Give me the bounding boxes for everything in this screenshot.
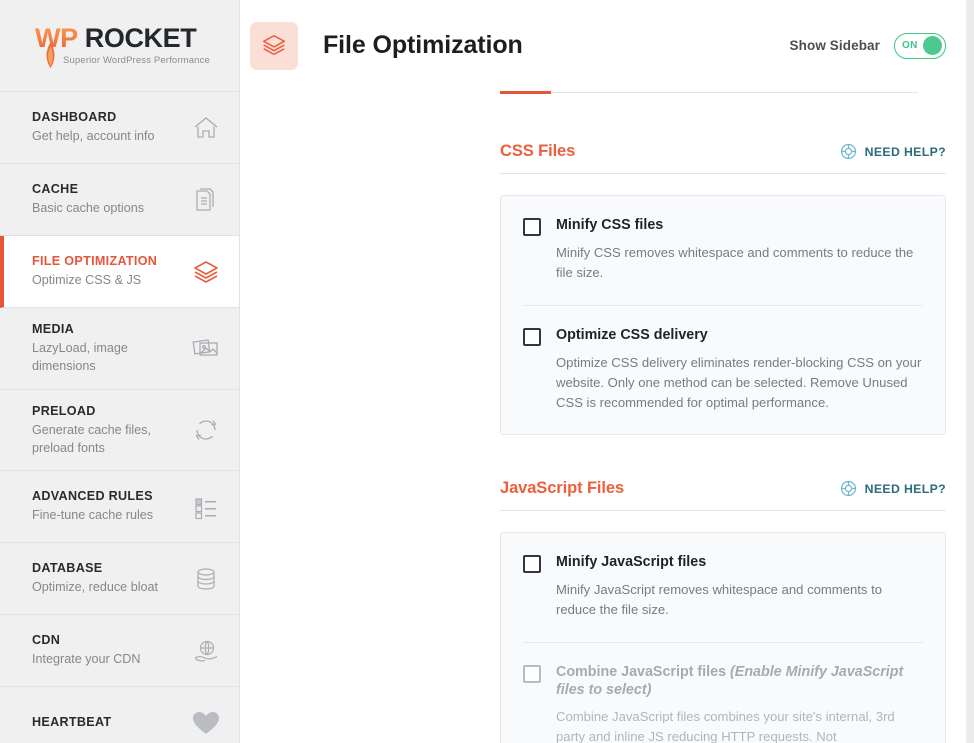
setting-row-combine-js: Combine JavaScript files (Enable Minify … bbox=[523, 643, 923, 743]
sidebar-item-subtitle: Basic cache options bbox=[32, 201, 145, 216]
section-css-files: CSS Files NEED HELP? Minify CSS files Mi… bbox=[500, 94, 946, 436]
refresh-icon bbox=[189, 413, 223, 447]
setting-description-text: Combine JavaScript files combines your s… bbox=[556, 708, 895, 743]
sidebar-item-title: MEDIA bbox=[32, 322, 75, 336]
javascript-files-card: Minify JavaScript files Minify JavaScrip… bbox=[500, 532, 946, 743]
toggle-state-label: ON bbox=[902, 40, 918, 51]
sidebar-item-title: DATABASE bbox=[32, 561, 103, 576]
sidebar-item-heartbeat[interactable]: HEARTBEAT bbox=[0, 687, 239, 743]
sidebar-item-subtitle: Get help, account info bbox=[32, 129, 155, 144]
wp-rocket-logo: WP ROCKET Superior WordPress Performance bbox=[0, 0, 239, 91]
sidebar-item-title: CACHE bbox=[32, 182, 79, 197]
checkbox-optimize-css-delivery[interactable] bbox=[523, 327, 541, 346]
database-icon bbox=[189, 562, 223, 596]
sidebar-item-title: DASHBOARD bbox=[32, 110, 117, 125]
checkbox-minify-js[interactable] bbox=[523, 555, 541, 574]
setting-row-minify-js: Minify JavaScript files Minify JavaScrip… bbox=[523, 533, 923, 644]
sidebar-item-subtitle: Generate cache files, preload fonts bbox=[32, 422, 152, 455]
logo-wp-text: WP bbox=[35, 23, 78, 53]
css-files-card: Minify CSS files Minify CSS removes whit… bbox=[500, 195, 946, 436]
sidebar-item-title: FILE OPTIMIZATION bbox=[32, 254, 158, 269]
sidebar-item-cache[interactable]: CACHE Basic cache options bbox=[0, 164, 239, 236]
setting-label-text: Combine JavaScript files bbox=[556, 664, 727, 681]
sidebar-item-subtitle: Integrate your CDN bbox=[32, 652, 141, 667]
sidebar-item-file-optimization[interactable]: FILE OPTIMIZATION Optimize CSS & JS bbox=[0, 236, 239, 308]
setting-description: Minify JavaScript removes whitespace and… bbox=[556, 582, 883, 618]
home-icon bbox=[189, 111, 223, 145]
sidebar-item-title: ADVANCED RULES bbox=[32, 489, 153, 504]
show-sidebar-toggle[interactable]: ON bbox=[894, 32, 946, 59]
checklist-icon bbox=[189, 490, 223, 524]
sidebar-item-subtitle: Fine-tune cache rules bbox=[32, 508, 154, 523]
sidebar-item-preload[interactable]: PRELOAD Generate cache files, preload fo… bbox=[0, 390, 239, 471]
sidebar-item-cdn[interactable]: CDN Integrate your CDN bbox=[0, 615, 239, 687]
toggle-knob bbox=[923, 36, 942, 55]
settings-content: CSS Files NEED HELP? Minify CSS files Mi… bbox=[240, 94, 974, 743]
document-icon bbox=[189, 183, 223, 217]
need-help-button-css[interactable]: NEED HELP? bbox=[840, 143, 946, 160]
section-javascript-files: JavaScript Files NEED HELP? Minify JavaS… bbox=[500, 435, 946, 743]
setting-description: Combine JavaScript files combines your s… bbox=[556, 707, 923, 743]
setting-row-optimize-css-delivery: Optimize CSS delivery Optimize CSS deliv… bbox=[523, 306, 923, 435]
setting-row-minify-css: Minify CSS files Minify CSS removes whit… bbox=[523, 196, 923, 306]
need-help-button-js[interactable]: NEED HELP? bbox=[840, 480, 946, 497]
layers-icon bbox=[189, 255, 223, 289]
rocket-flame-icon bbox=[46, 42, 55, 68]
sidebar-item-subtitle: LazyLoad, image dimensions bbox=[32, 341, 128, 374]
setting-label: Minify JavaScript files bbox=[556, 554, 707, 571]
section-title: JavaScript Files bbox=[500, 479, 625, 498]
sidebar-item-media[interactable]: MEDIA LazyLoad, image dimensions bbox=[0, 308, 239, 390]
sidebar: WP ROCKET Superior WordPress Performance … bbox=[0, 0, 240, 743]
need-help-label: NEED HELP? bbox=[864, 481, 946, 496]
setting-label: Optimize CSS delivery bbox=[556, 326, 708, 343]
need-help-label: NEED HELP? bbox=[864, 144, 946, 159]
page-header: File Optimization Show Sidebar ON bbox=[240, 0, 974, 91]
main-panel: File Optimization Show Sidebar ON CSS Fi… bbox=[240, 0, 974, 743]
sidebar-nav: DASHBOARD Get help, account info CACHE B… bbox=[0, 91, 239, 743]
page-scrollbar[interactable] bbox=[966, 0, 974, 743]
sidebar-item-title: CDN bbox=[32, 633, 61, 648]
setting-label: Combine JavaScript files (Enable Minify … bbox=[556, 664, 923, 700]
logo-tagline: Superior WordPress Performance bbox=[63, 55, 210, 66]
lifebuoy-icon bbox=[840, 481, 856, 497]
setting-description: Optimize CSS delivery eliminates render-… bbox=[556, 354, 922, 410]
setting-description: Minify CSS removes whitespace and commen… bbox=[556, 245, 914, 280]
images-icon bbox=[189, 331, 223, 365]
page-title: File Optimization bbox=[323, 31, 523, 59]
globe-hand-icon bbox=[189, 634, 223, 668]
checkbox-minify-css[interactable] bbox=[523, 218, 541, 236]
sidebar-item-subtitle: Optimize CSS & JS bbox=[32, 273, 142, 288]
page-tab-underline bbox=[240, 91, 946, 94]
wp-rocket-settings-app: WP ROCKET Superior WordPress Performance … bbox=[0, 0, 974, 743]
setting-label: Minify CSS files bbox=[556, 217, 664, 233]
sidebar-item-database[interactable]: DATABASE Optimize, reduce bloat bbox=[0, 543, 239, 615]
sidebar-item-dashboard[interactable]: DASHBOARD Get help, account info bbox=[0, 92, 239, 164]
lifebuoy-icon bbox=[840, 143, 856, 160]
sidebar-item-subtitle: Optimize, reduce bloat bbox=[32, 580, 158, 595]
checkbox-combine-js bbox=[523, 665, 541, 684]
sidebar-item-advanced-rules[interactable]: ADVANCED RULES Fine-tune cache rules bbox=[0, 471, 239, 543]
page-header-layers-icon bbox=[250, 21, 298, 70]
sidebar-item-title: HEARTBEAT bbox=[32, 714, 112, 729]
show-sidebar-label: Show Sidebar bbox=[789, 38, 880, 53]
logo-rocket-text: ROCKET bbox=[84, 23, 197, 53]
sidebar-item-title: PRELOAD bbox=[32, 403, 96, 418]
section-title: CSS Files bbox=[500, 142, 576, 160]
heart-icon bbox=[189, 706, 223, 740]
